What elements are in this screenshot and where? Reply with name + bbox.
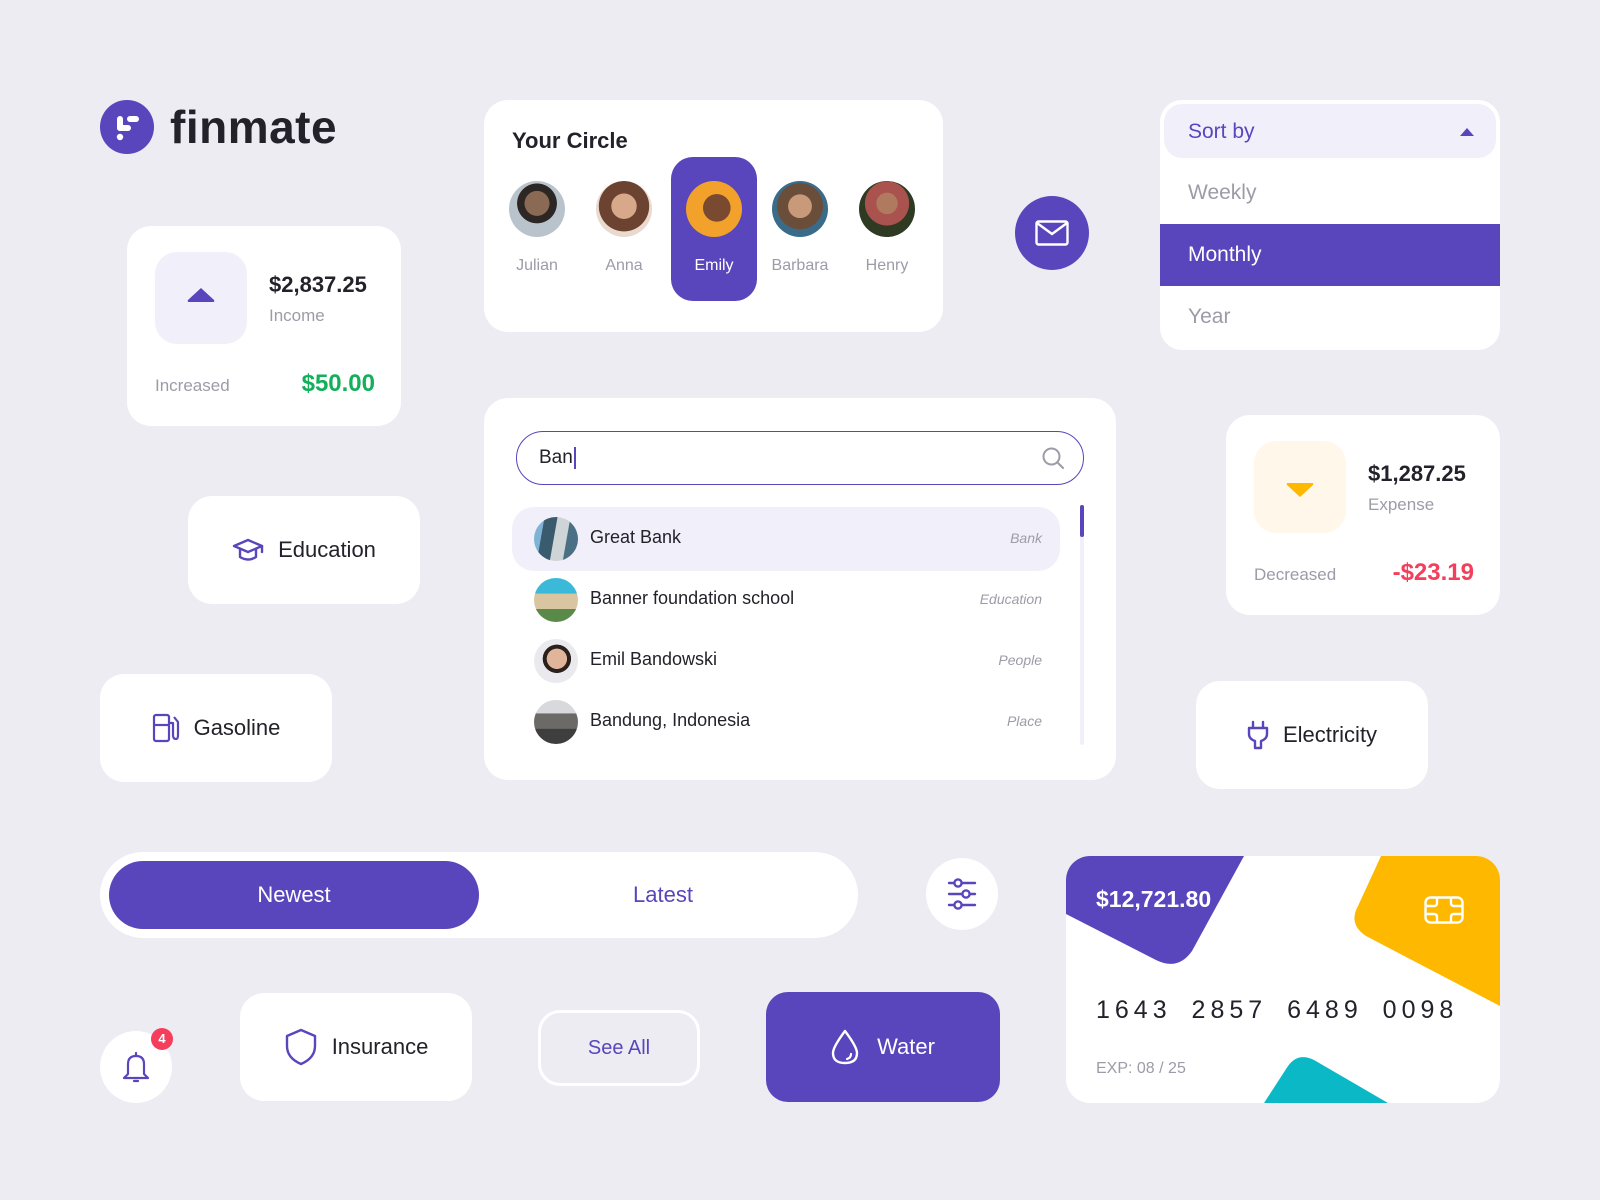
income-label: Income <box>269 306 325 325</box>
expense-label: Expense <box>1368 495 1435 514</box>
person-name: Henry <box>865 257 909 274</box>
search-icon[interactable] <box>1041 446 1065 470</box>
avatar <box>772 181 828 237</box>
person-name: Anna <box>605 257 643 274</box>
notification-badge: 4 <box>151 1028 173 1050</box>
avatar <box>859 181 915 237</box>
avatar <box>686 181 742 237</box>
expense-amount: $1,287.25 <box>1368 461 1466 486</box>
income-card[interactable]: $2,837.25 Income Increased $50.00 <box>127 226 401 426</box>
brand-name: finmate <box>170 101 338 153</box>
result-type: Education <box>979 591 1042 607</box>
circle-person-henry[interactable]: Henry <box>844 157 930 301</box>
result-type: Bank <box>1010 530 1042 546</box>
sort-option-weekly[interactable]: Weekly <box>1160 162 1500 224</box>
circle-title: Your Circle <box>512 128 628 153</box>
sort-option-monthly[interactable]: Monthly <box>1160 224 1500 286</box>
sort-dropdown: Sort by Weekly Monthly Year <box>1160 100 1500 350</box>
fuel-pump-icon <box>152 713 179 743</box>
caret-up-icon <box>1460 128 1474 136</box>
plug-icon <box>1247 720 1269 750</box>
result-name: Bandung, Indonesia <box>590 710 751 730</box>
result-thumbnail <box>534 578 578 622</box>
category-gasoline[interactable]: Gasoline <box>100 674 332 782</box>
category-label: Education <box>278 537 376 562</box>
mail-icon <box>1035 220 1069 246</box>
result-name: Emil Bandowski <box>590 649 718 669</box>
brand-logo: finmate <box>100 100 337 154</box>
card-teal-shape <box>1264 1057 1388 1103</box>
finmate-logo-icon <box>100 100 154 154</box>
category-label: Water <box>877 1034 935 1059</box>
result-thumbnail <box>534 639 578 683</box>
search-input[interactable]: Ban <box>516 431 1084 485</box>
expense-change-label: Decreased <box>1254 565 1337 584</box>
category-label: Electricity <box>1282 722 1378 747</box>
text-cursor <box>573 447 576 469</box>
category-label: Gasoline <box>193 715 281 740</box>
see-all-button[interactable]: See All <box>538 1010 700 1086</box>
search-card: Ban Great Bank Bank Banner foundation sc… <box>484 398 1116 780</box>
sort-dropdown-toggle[interactable]: Sort by <box>1164 104 1496 158</box>
card-chip-icon <box>1424 896 1464 924</box>
category-water[interactable]: Water <box>766 992 1000 1102</box>
search-query-text: Ban <box>539 447 573 468</box>
triangle-down-icon <box>1286 483 1314 497</box>
shield-icon <box>285 1028 316 1066</box>
income-change-label: Increased <box>155 376 230 395</box>
avatar <box>596 181 652 237</box>
sort-segmented-control: Newest Latest <box>100 852 858 938</box>
segment-latest[interactable]: Latest <box>478 861 848 929</box>
category-label: Insurance <box>331 1034 429 1059</box>
triangle-up-icon <box>187 288 215 302</box>
result-type: People <box>998 652 1042 668</box>
circle-person-julian[interactable]: Julian <box>494 157 580 301</box>
card-balance: $12,721.80 <box>1096 886 1212 912</box>
income-amount: $2,837.25 <box>269 272 367 297</box>
person-name: Barbara <box>771 257 829 274</box>
sort-option-year[interactable]: Year <box>1160 286 1500 348</box>
category-education[interactable]: Education <box>188 496 420 604</box>
result-thumbnail <box>534 517 578 561</box>
result-type: Place <box>1006 713 1042 729</box>
person-name: Julian <box>516 257 558 274</box>
filter-button[interactable] <box>926 858 998 930</box>
circle-person-barbara[interactable]: Barbara <box>757 157 843 301</box>
your-circle-card: Your Circle Julian Anna Emily Barbara He… <box>484 100 943 332</box>
sort-dropdown-label: Sort by <box>1188 120 1255 143</box>
results-scrollbar-thumb[interactable] <box>1080 505 1084 537</box>
result-thumbnail <box>534 700 578 744</box>
graduation-cap-icon <box>232 538 264 561</box>
expense-icon-box <box>1254 441 1346 533</box>
income-icon-box <box>155 252 247 344</box>
search-result-item[interactable]: Emil Bandowski People <box>512 629 1060 693</box>
expense-card[interactable]: $1,287.25 Expense Decreased -$23.19 <box>1226 415 1500 615</box>
circle-person-emily[interactable]: Emily <box>671 157 757 301</box>
card-expiry: EXP: 08 / 25 <box>1096 1060 1186 1077</box>
category-insurance[interactable]: Insurance <box>240 993 472 1101</box>
income-change-value: $50.00 <box>301 370 375 397</box>
credit-card[interactable]: $12,721.80 1643 2857 6489 0098 EXP: 08 /… <box>1066 856 1500 1103</box>
mail-button[interactable] <box>1015 196 1089 270</box>
card-number: 1643 2857 6489 0098 <box>1096 996 1459 1024</box>
search-result-item[interactable]: Bandung, Indonesia Place <box>512 690 1060 754</box>
segment-newest[interactable]: Newest <box>109 861 479 929</box>
search-result-item[interactable]: Banner foundation school Education <box>512 568 1060 632</box>
water-drop-icon <box>831 1029 859 1065</box>
expense-change-value: -$23.19 <box>1392 559 1474 586</box>
sliders-icon <box>947 878 977 910</box>
person-name: Emily <box>694 257 734 274</box>
search-result-item[interactable]: Great Bank Bank <box>512 507 1060 571</box>
results-scrollbar[interactable] <box>1080 505 1084 745</box>
card-yellow-shape <box>1354 856 1500 1006</box>
result-name: Great Bank <box>590 527 682 547</box>
result-name: Banner foundation school <box>590 588 795 608</box>
bell-icon <box>122 1051 150 1083</box>
search-input-value: Ban <box>539 447 576 469</box>
category-electricity[interactable]: Electricity <box>1196 681 1428 789</box>
avatar <box>509 181 565 237</box>
circle-person-anna[interactable]: Anna <box>581 157 667 301</box>
